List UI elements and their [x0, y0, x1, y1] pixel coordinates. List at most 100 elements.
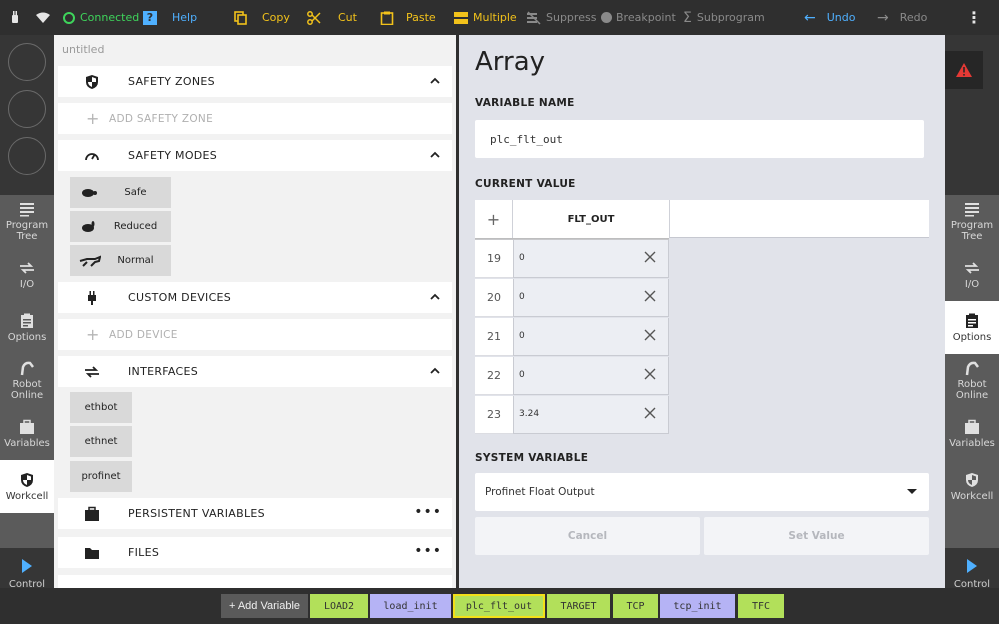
nav-variables-right-label: Variables	[949, 437, 995, 449]
nav-robot-online-right[interactable]: Robot Online	[945, 354, 999, 407]
variable-chip-load-init[interactable]: load_init	[370, 594, 451, 618]
cancel-button[interactable]: Cancel	[475, 517, 700, 555]
suppress-icon	[527, 10, 541, 25]
paste-button[interactable]: Paste	[380, 0, 436, 35]
robot-arm-icon	[965, 361, 979, 376]
mode-reduced[interactable]: Reduced	[70, 211, 171, 242]
nav-variables-right[interactable]: Variables	[945, 407, 999, 460]
io-arrows-icon	[965, 261, 979, 274]
nav-program-tree-right[interactable]: Program Tree	[945, 195, 999, 248]
dropdown-caret-icon	[907, 489, 917, 494]
copy-button[interactable]: Copy	[234, 0, 290, 35]
connection-status[interactable]: Connected	[63, 0, 139, 35]
multiple-label: Multiple	[473, 11, 517, 24]
nav-program-tree-right-label: Program Tree	[950, 220, 994, 242]
plus-icon: +	[486, 209, 501, 229]
section-files-title: FILES	[128, 546, 160, 559]
section-safety-zones[interactable]: SAFETY ZONES	[58, 66, 452, 97]
row-value-cell[interactable]: 3.24	[513, 396, 669, 434]
add-safety-zone-button[interactable]: + ADD SAFETY ZONE	[58, 103, 452, 134]
section-persistent-variables[interactable]: PERSISTENT VARIABLES •••	[58, 498, 452, 529]
close-icon[interactable]	[644, 251, 656, 263]
quick-button-1[interactable]	[8, 43, 46, 81]
more-menu-button[interactable]: ⋮	[966, 0, 982, 35]
wifi-icon[interactable]	[35, 0, 51, 35]
add-device-button[interactable]: + ADD DEVICE	[58, 319, 452, 350]
nav-options-label: Options	[7, 331, 47, 343]
mode-normal[interactable]: Normal	[70, 245, 171, 276]
nav-workcell-right[interactable]: Workcell	[945, 460, 999, 513]
close-icon[interactable]	[644, 407, 656, 419]
variable-chip-target[interactable]: TARGET	[547, 594, 610, 618]
nav-program-tree[interactable]: Program Tree	[0, 195, 54, 248]
undo-button[interactable]: ← Undo	[804, 0, 855, 35]
variable-chip-tcp[interactable]: TCP	[613, 594, 658, 618]
subprogram-button[interactable]: Σ Subprogram	[683, 0, 765, 35]
variable-chip-tcp-init[interactable]: tcp_init	[660, 594, 735, 618]
mode-safe[interactable]: Safe	[70, 177, 171, 208]
interface-ethbot[interactable]: ethbot	[70, 392, 132, 423]
variable-chip-load2[interactable]: LOAD2	[310, 594, 368, 618]
interface-ethnet[interactable]: ethnet	[70, 426, 132, 457]
robot-arm-icon	[20, 361, 34, 376]
help-button[interactable]: ? Help	[143, 0, 197, 35]
row-value: 0	[519, 370, 525, 380]
variable-chip-tfc[interactable]: TFC	[738, 594, 784, 618]
breakpoint-button[interactable]: Breakpoint	[601, 0, 676, 35]
nav-io[interactable]: I/O	[0, 248, 54, 301]
close-icon[interactable]	[644, 368, 656, 380]
interface-profinet[interactable]: profinet	[70, 461, 132, 492]
nav-robot-online-right-label: Robot Online	[955, 379, 989, 401]
section-safety-zones-title: SAFETY ZONES	[128, 75, 215, 88]
section-partial	[58, 575, 452, 588]
more-horizontal-icon[interactable]: •••	[414, 505, 442, 519]
nav-io-right-label: I/O	[964, 278, 980, 290]
add-variable-button[interactable]: + Add Variable	[221, 594, 308, 618]
nav-options-right[interactable]: Options	[945, 301, 999, 354]
quick-button-2[interactable]	[8, 90, 46, 128]
cut-button[interactable]: Cut	[307, 0, 357, 35]
set-value-button[interactable]: Set Value	[704, 517, 929, 555]
row-value-cell[interactable]: 0	[513, 357, 669, 395]
multiple-button[interactable]: Multiple	[454, 0, 517, 35]
section-interfaces[interactable]: INTERFACES	[58, 356, 452, 387]
more-horizontal-icon[interactable]: •••	[414, 544, 442, 558]
section-custom-devices[interactable]: CUSTOM DEVICES	[58, 282, 452, 313]
close-icon[interactable]	[644, 290, 656, 302]
chevron-up-icon[interactable]	[430, 292, 440, 302]
warning-button[interactable]	[945, 51, 983, 89]
chevron-up-icon[interactable]	[430, 150, 440, 160]
nav-workcell[interactable]: Workcell	[0, 460, 54, 513]
workcell-panel: untitled SAFETY ZONES + ADD SAFETY ZONE …	[54, 35, 456, 588]
estop-icon[interactable]	[10, 0, 20, 35]
nav-robot-online[interactable]: Robot Online	[0, 354, 54, 407]
row-value-cell[interactable]: 0	[513, 318, 669, 356]
table-row: 23 3.24	[475, 396, 669, 434]
nav-variables[interactable]: Variables	[0, 407, 54, 460]
chevron-up-icon[interactable]	[430, 366, 440, 376]
suppress-button[interactable]: Suppress	[527, 0, 596, 35]
variable-chip-plc-flt-out[interactable]: plc_flt_out	[453, 594, 545, 618]
variable-name-input[interactable]: plc_flt_out	[475, 120, 924, 158]
section-safety-modes[interactable]: SAFETY MODES	[58, 140, 452, 171]
row-value-cell[interactable]: 0	[513, 240, 669, 278]
nav-io-right[interactable]: I/O	[945, 248, 999, 301]
nav-options[interactable]: Options	[0, 301, 54, 354]
help-label: Help	[172, 11, 198, 24]
program-tree-icon	[20, 203, 34, 217]
nav-variables-label: Variables	[4, 437, 50, 449]
section-files[interactable]: FILES •••	[58, 537, 452, 568]
row-value: 0	[519, 292, 525, 302]
system-variable-select[interactable]: Profinet Float Output	[475, 473, 929, 511]
variables-bar: + Add Variable LOAD2 load_init plc_flt_o…	[0, 588, 999, 624]
quick-button-3[interactable]	[8, 137, 46, 175]
chevron-up-icon[interactable]	[430, 76, 440, 86]
row-value-cell[interactable]: 0	[513, 279, 669, 317]
row-index: 22	[475, 357, 513, 395]
interface-ethnet-label: ethnet	[84, 436, 118, 447]
add-column-button[interactable]: +	[475, 200, 513, 238]
folder-icon	[85, 548, 99, 559]
close-icon[interactable]	[644, 329, 656, 341]
briefcase-icon	[85, 506, 99, 521]
redo-button[interactable]: → Redo	[877, 0, 927, 35]
